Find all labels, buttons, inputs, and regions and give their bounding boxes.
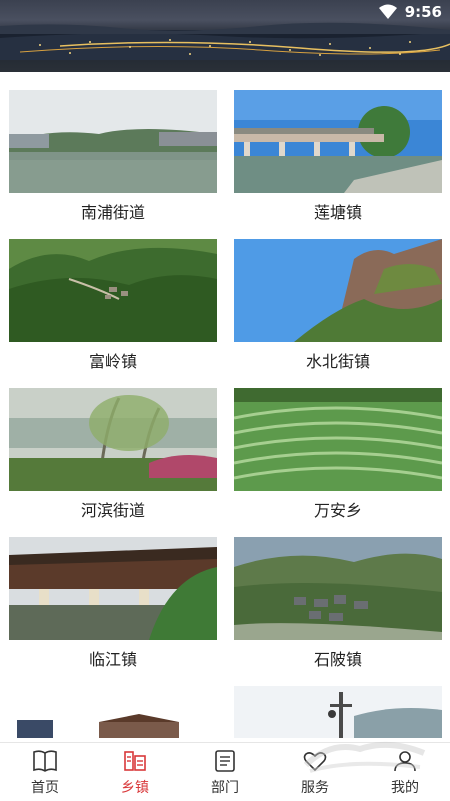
town-photo (9, 388, 217, 491)
wifi-icon (378, 4, 397, 19)
tab-label: 首页 (31, 780, 59, 796)
town-name: 临江镇 (88, 650, 137, 669)
town-card[interactable]: 万安乡 (234, 388, 442, 523)
town-name: 河滨街道 (80, 501, 145, 520)
town-photo (9, 686, 217, 738)
tab-departments[interactable]: 部门 (180, 743, 270, 801)
town-card[interactable]: 河滨街道 (9, 388, 217, 523)
town-name: 南浦街道 (80, 203, 145, 222)
town-card[interactable] (9, 686, 217, 738)
city-lights-scene (0, 22, 450, 60)
town-card[interactable]: 石陂镇 (234, 537, 442, 672)
town-photo (234, 90, 442, 193)
town-photo (234, 239, 442, 342)
town-card[interactable]: 南浦街道 (9, 90, 217, 225)
town-name: 水北街镇 (305, 352, 370, 371)
tab-home[interactable]: 首页 (0, 743, 90, 801)
tab-label: 我的 (391, 780, 419, 796)
status-bar: 9:56 (378, 2, 442, 22)
town-card[interactable]: 临江镇 (9, 537, 217, 672)
town-photo (9, 90, 217, 193)
town-icon (124, 751, 146, 771)
town-name: 石陂镇 (313, 650, 362, 669)
town-name: 莲塘镇 (313, 203, 362, 222)
tab-towns[interactable]: 乡镇 (90, 743, 180, 801)
document-icon (215, 750, 235, 772)
watermark-logo (303, 741, 426, 773)
tab-label: 乡镇 (121, 780, 149, 796)
town-photo (9, 239, 217, 342)
status-time: 9:56 (404, 3, 442, 21)
town-card[interactable]: 莲塘镇 (234, 90, 442, 225)
tab-label: 部门 (211, 780, 239, 796)
town-card[interactable]: 富岭镇 (9, 239, 217, 374)
town-card[interactable] (234, 686, 442, 738)
town-photo (9, 537, 217, 640)
town-photo (234, 686, 442, 738)
header-banner-image: 9:56 (0, 0, 450, 72)
tab-label: 服务 (301, 780, 329, 796)
town-photo (234, 537, 442, 640)
town-photo (234, 388, 442, 491)
book-icon (33, 750, 57, 772)
town-name: 万安乡 (313, 501, 362, 520)
town-card[interactable]: 水北街镇 (234, 239, 442, 374)
town-name: 富岭镇 (88, 352, 137, 371)
